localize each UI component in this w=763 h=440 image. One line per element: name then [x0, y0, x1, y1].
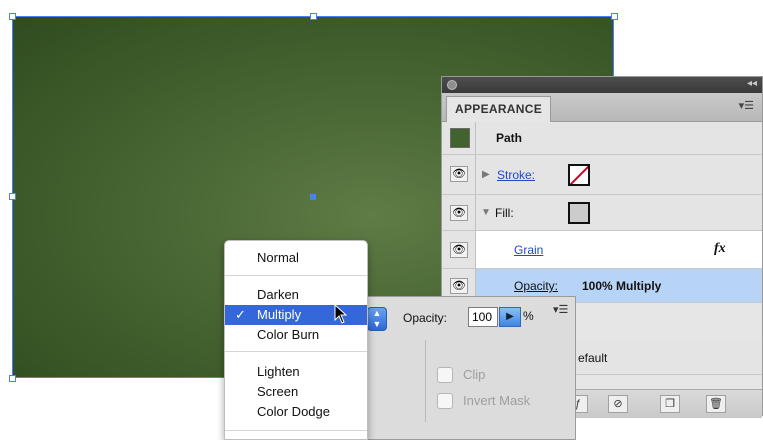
handle-top-right[interactable]: [611, 13, 618, 20]
stroke-none-swatch[interactable]: [568, 164, 590, 186]
mouse-cursor-icon: [334, 304, 348, 324]
stroke-label[interactable]: Stroke:: [497, 168, 535, 182]
eye-icon[interactable]: 👁: [450, 166, 468, 182]
menu-separator: [225, 430, 367, 431]
opacity-slider-arrow-icon[interactable]: ▶: [499, 307, 521, 327]
menu-item-color-burn[interactable]: Color Burn: [225, 325, 367, 345]
fx-icon[interactable]: fx: [714, 241, 726, 257]
trash-icon[interactable]: 🗑: [706, 395, 726, 413]
blend-mode-dropdown: Normal Darken ✓ Multiply Color Burn Ligh…: [224, 240, 368, 440]
collapse-icon[interactable]: ◂◂: [747, 78, 757, 89]
clear-appearance-icon[interactable]: ⊘: [608, 395, 628, 413]
blend-mode-stepper[interactable]: ▲ ▼: [367, 307, 387, 331]
invert-mask-checkbox[interactable]: [437, 393, 453, 409]
close-icon[interactable]: [447, 80, 457, 90]
menu-separator: [225, 275, 367, 276]
panel-tab-row: APPEARANCE ▾☰: [442, 93, 762, 122]
eye-icon[interactable]: 👁: [450, 205, 468, 221]
panel-titlebar[interactable]: ◂◂: [442, 77, 762, 93]
transparency-opacity-label: Opacity:: [403, 311, 448, 325]
percent-sign: %: [523, 309, 534, 323]
handle-top-center[interactable]: [310, 13, 317, 20]
center-point: [310, 194, 316, 200]
eye-column: 👁: [442, 155, 476, 194]
handle-bottom-left[interactable]: [9, 375, 16, 382]
fill-label: Fill:: [495, 206, 514, 220]
opacity-label[interactable]: Opacity:: [514, 279, 558, 293]
grain-effect-row[interactable]: 👁 Grain fx: [442, 231, 762, 269]
expand-triangle-icon[interactable]: ▶: [482, 169, 490, 180]
mask-thumbnail-area: [367, 340, 426, 422]
fill-row[interactable]: 👁 ▼ Fill:: [442, 195, 762, 231]
clip-checkbox[interactable]: [437, 367, 453, 383]
eye-column: 👁: [442, 195, 476, 230]
eye-icon[interactable]: 👁: [450, 242, 468, 258]
path-thumbnail: [450, 128, 470, 148]
default-label: efault: [578, 351, 608, 365]
eye-icon[interactable]: 👁: [450, 278, 468, 294]
stroke-row[interactable]: 👁 ▶ Stroke:: [442, 155, 762, 195]
eye-column: 👁: [442, 231, 476, 268]
path-row[interactable]: Path: [442, 122, 762, 155]
menu-item-label: Multiply: [257, 307, 302, 322]
clip-label: Clip: [463, 367, 486, 382]
checkmark-icon: ✓: [235, 307, 246, 322]
menu-separator: [225, 351, 367, 352]
menu-item-normal[interactable]: Normal: [225, 248, 367, 268]
menu-item-darken[interactable]: Darken: [225, 285, 367, 305]
opacity-value: 100% Multiply: [582, 279, 662, 293]
panel-menu-icon[interactable]: ▾☰: [739, 99, 754, 112]
menu-item-color-dodge[interactable]: Color Dodge: [225, 402, 367, 422]
tab-appearance[interactable]: APPEARANCE: [446, 96, 552, 122]
opacity-field[interactable]: 100: [468, 307, 498, 327]
duplicate-item-icon[interactable]: ❐: [660, 395, 680, 413]
handle-middle-left[interactable]: [9, 193, 16, 200]
invert-mask-label: Invert Mask: [463, 393, 531, 408]
handle-top-left[interactable]: [9, 13, 16, 20]
path-label: Path: [496, 131, 523, 145]
menu-item-lighten[interactable]: Lighten: [225, 362, 367, 382]
menu-item-screen[interactable]: Screen: [225, 382, 367, 402]
collapse-triangle-icon[interactable]: ▼: [481, 207, 491, 218]
grain-label[interactable]: Grain: [514, 243, 543, 257]
fill-swatch[interactable]: [568, 202, 590, 224]
transparency-menu-icon[interactable]: ▾☰: [553, 303, 568, 316]
transparency-popup: ▲ ▼ Opacity: 100 ▶ % ▾☰ Clip Invert Mask: [366, 296, 576, 440]
